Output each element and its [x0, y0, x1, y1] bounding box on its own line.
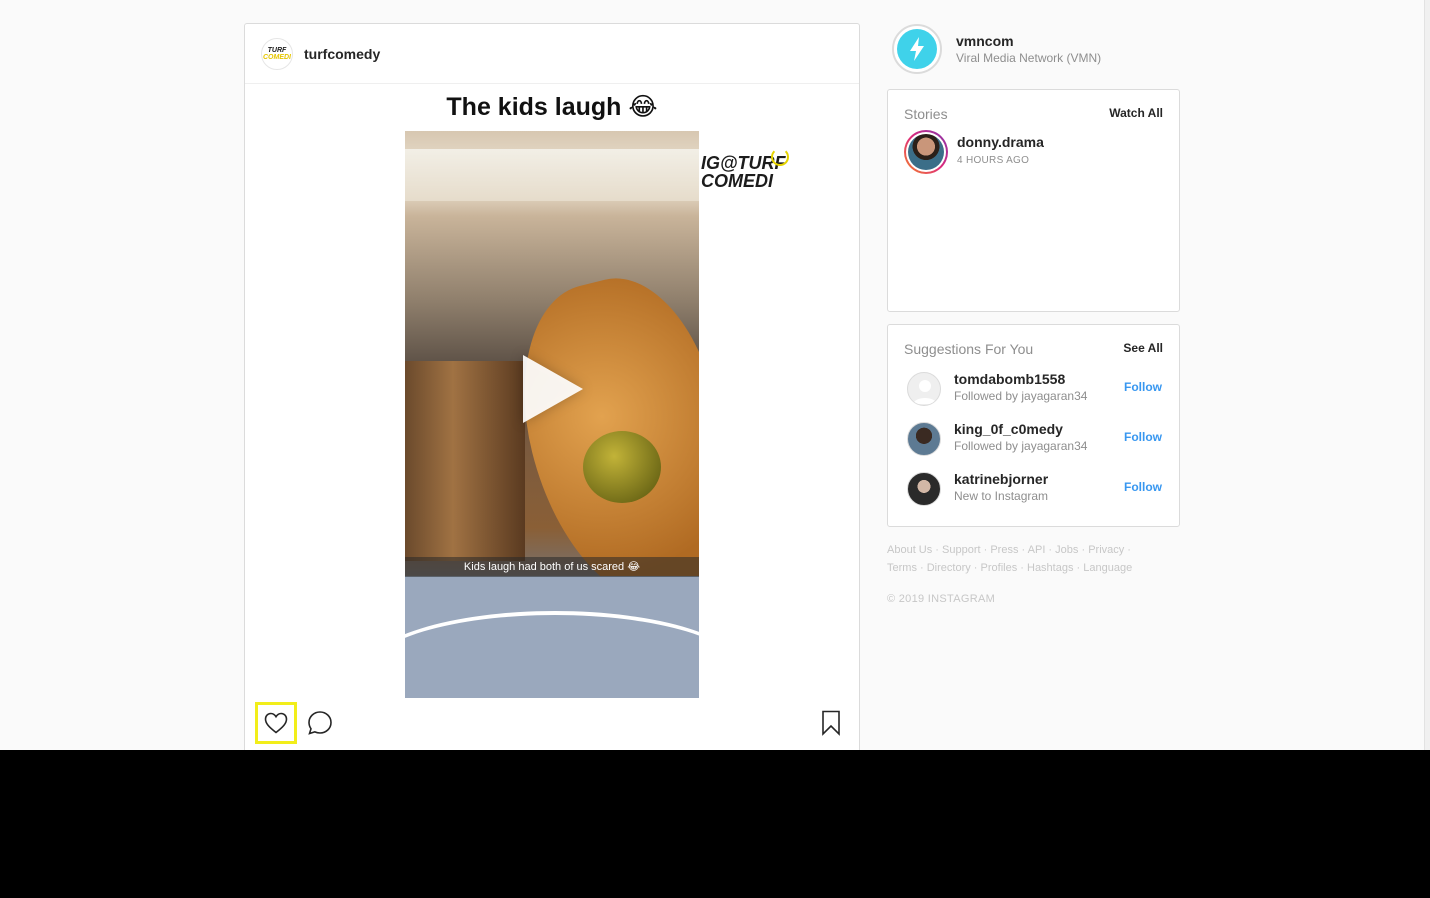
- suggestion-subtitle: Followed by jayagaran34: [954, 439, 1088, 453]
- suggestion-username[interactable]: katrinebjorner: [954, 471, 1048, 487]
- footer-link[interactable]: Profiles: [981, 562, 1018, 574]
- watermark-line2: COMEDI: [701, 171, 773, 191]
- footer-link[interactable]: Hashtags: [1027, 562, 1073, 574]
- footer-link[interactable]: Support: [942, 544, 981, 556]
- story-username: donny.drama: [957, 134, 1044, 150]
- lightning-icon: [910, 37, 924, 61]
- avatar[interactable]: [907, 472, 941, 506]
- footer-link[interactable]: Privacy: [1088, 544, 1124, 556]
- footer-link[interactable]: Terms: [887, 562, 917, 574]
- follow-button[interactable]: Follow: [1124, 430, 1162, 444]
- video-scene-ceiling: [405, 149, 699, 201]
- bookmark-icon: [822, 710, 840, 736]
- story-ring-gap: [906, 132, 946, 172]
- story-ring: [904, 130, 948, 174]
- suggestion-subtitle: Followed by jayagaran34: [954, 389, 1088, 403]
- default-avatar-icon: [913, 380, 937, 404]
- footer-link[interactable]: Jobs: [1055, 544, 1078, 556]
- page-viewport: TURF COMEDI turfcomedy The kids laugh 😂 K…: [0, 0, 1430, 750]
- media-caption: The kids laugh 😂: [446, 93, 658, 121]
- suggestions-heading: Suggestions For You: [904, 341, 1034, 357]
- current-user-avatar-badge: [897, 29, 937, 69]
- feed-post: TURF COMEDI turfcomedy The kids laugh 😂 K…: [244, 23, 860, 750]
- save-button[interactable]: [810, 702, 852, 744]
- follow-button[interactable]: Follow: [1124, 480, 1162, 494]
- suggestion-item: king_0f_c0medy Followed by jayagaran34 F…: [904, 419, 1164, 459]
- video-scene-ball: [583, 431, 661, 503]
- suggestion-subtitle: New to Instagram: [954, 489, 1049, 503]
- post-author-username[interactable]: turfcomedy: [304, 46, 380, 62]
- comment-button[interactable]: [299, 702, 341, 744]
- follow-button[interactable]: Follow: [1124, 380, 1162, 394]
- footer-link[interactable]: API: [1028, 544, 1046, 556]
- footer-link[interactable]: Directory: [927, 562, 971, 574]
- heart-icon: [264, 712, 288, 734]
- suggestions-panel: Suggestions For You See All tomdabomb155…: [887, 324, 1180, 527]
- current-user-username[interactable]: vmncom: [956, 33, 1014, 49]
- scrollbar[interactable]: [1424, 0, 1430, 750]
- video-overlay-text: Kids laugh had both of us scared 😂: [405, 557, 699, 577]
- watermark: IG@TURF COMEDI: [701, 148, 789, 191]
- post-media[interactable]: The kids laugh 😂 Kids laugh had both of …: [245, 84, 859, 698]
- current-user-fullname: Viral Media Network (VMN): [956, 51, 1102, 65]
- post-actions: [245, 700, 859, 748]
- suggestion-item: katrinebjorner New to Instagram Follow: [904, 469, 1164, 509]
- avatar[interactable]: [907, 372, 941, 406]
- footer-link[interactable]: About Us: [887, 544, 932, 556]
- watch-all-link[interactable]: Watch All: [1109, 106, 1163, 120]
- footer-link[interactable]: Press: [990, 544, 1018, 556]
- post-author-avatar[interactable]: TURF COMEDI: [261, 37, 293, 70]
- comment-icon: [308, 711, 332, 735]
- avatar-logo-top: TURF: [267, 46, 287, 54]
- suggestion-item: tomdabomb1558 Followed by jayagaran34 Fo…: [904, 369, 1164, 409]
- smile-icon: [771, 148, 789, 166]
- video-scene-wood: [405, 361, 525, 561]
- avatar: [908, 134, 944, 170]
- play-icon[interactable]: [523, 355, 583, 423]
- see-all-link[interactable]: See All: [1123, 341, 1163, 355]
- video-player[interactable]: Kids laugh had both of us scared 😂: [405, 131, 699, 698]
- stories-panel: Stories Watch All donny.drama 4 HOURS AG…: [887, 89, 1180, 312]
- stories-heading: Stories: [904, 106, 948, 122]
- current-user-avatar[interactable]: [892, 24, 942, 74]
- copyright: © 2019 INSTAGRAM: [887, 593, 996, 605]
- story-timestamp: 4 HOURS AGO: [957, 155, 1030, 166]
- post-header: TURF COMEDI turfcomedy: [245, 24, 859, 84]
- current-user-profile: vmncom Viral Media Network (VMN): [887, 22, 1180, 74]
- suggestion-username[interactable]: king_0f_c0medy: [954, 421, 1063, 437]
- avatar[interactable]: [907, 422, 941, 456]
- video-scene-floor-line: [405, 611, 699, 698]
- like-button[interactable]: [255, 702, 297, 744]
- suggestion-username[interactable]: tomdabomb1558: [954, 371, 1065, 387]
- avatar-logo-bottom: COMEDI: [263, 53, 291, 61]
- footer-links: About Us · Support · Press · API · Jobs …: [887, 544, 1133, 574]
- footer-link[interactable]: Language: [1083, 562, 1132, 574]
- story-item[interactable]: donny.drama 4 HOURS AGO: [904, 130, 1164, 174]
